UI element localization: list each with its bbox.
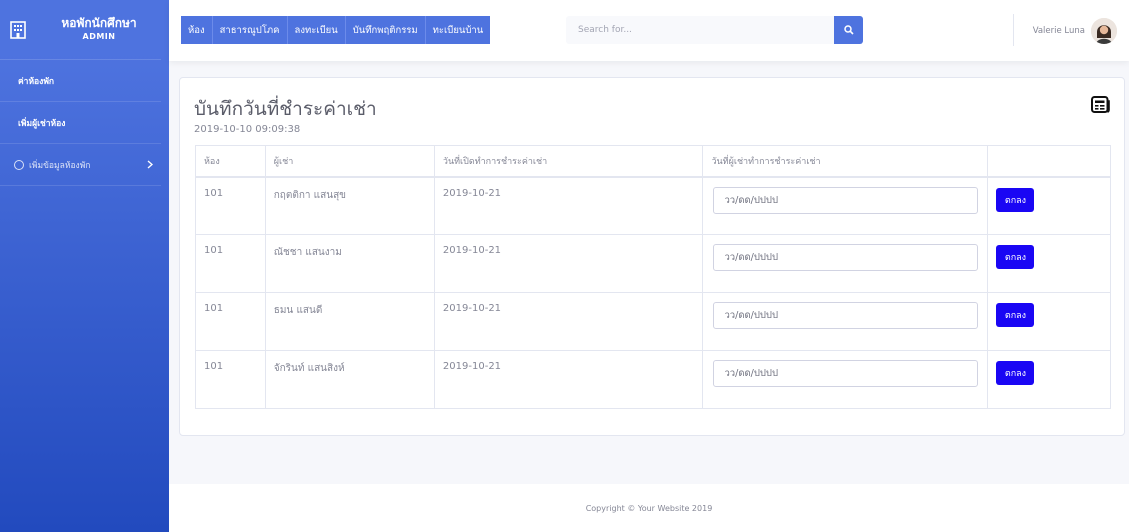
open-date-cell: 2019-10-21: [433, 350, 704, 409]
footer: Copyright © Your Website 2019: [169, 484, 1129, 532]
payment-date-input[interactable]: วว/ดด/ปปปป: [713, 244, 979, 271]
confirm-button[interactable]: ตกลง: [996, 187, 1035, 212]
tenant-cell: กฤตติกา แสนสุข: [264, 176, 435, 235]
avatar: [1091, 18, 1117, 44]
table-header-row: ห้อง ผู้เช่า วันที่เปิดทำการชำระค่าเช่า …: [195, 145, 1111, 178]
circle-icon: [14, 159, 24, 170]
open-date-cell: 2019-10-21: [433, 292, 704, 351]
sidebar-brand[interactable]: หอพักนักศึกษา ADMIN: [0, 0, 161, 60]
sidebar-item-label: เพิ่มข้อมูลห้องพัก: [29, 160, 91, 171]
timestamp: 2019-10-10 09:09:38: [194, 124, 301, 135]
newspaper-icon: [1091, 96, 1110, 113]
nav-utilities-button[interactable]: สาธารณูปโภค: [212, 16, 288, 44]
sidebar-item-room-fee[interactable]: ค่าห้องพัก: [0, 60, 161, 102]
nav-house-registry-button[interactable]: ทะเบียนบ้าน: [425, 16, 491, 44]
brand-subtitle: ADMIN: [82, 31, 116, 41]
sidebar-item-add-room[interactable]: เพิ่มข้อมูลห้องพัก: [0, 144, 161, 186]
search-icon: [843, 25, 854, 35]
top-nav: ห้อง สาธารณูปโภค ลงทะเบียน บันทึกพฤติกรร…: [181, 16, 491, 44]
building-icon: [10, 20, 26, 39]
search-button[interactable]: [834, 16, 863, 44]
topbar-divider: [1013, 14, 1014, 46]
copyright-text: Copyright © Your Website 2019: [585, 503, 713, 513]
header-room: ห้อง: [195, 145, 266, 178]
confirm-button[interactable]: ตกลง: [996, 245, 1035, 269]
room-cell: 101: [195, 176, 266, 235]
brand-title: หอพักนักศึกษา: [61, 15, 137, 30]
room-cell: 101: [195, 234, 266, 293]
table-row: 101 กฤตติกา แสนสุข 2019-10-21 วว/ดด/ปปปป…: [195, 176, 1111, 235]
table-row: 101 ธมน แสนดี 2019-10-21 วว/ดด/ปปปป ตกลง: [195, 292, 1111, 351]
room-cell: 101: [195, 292, 266, 351]
search-input[interactable]: [566, 16, 834, 44]
confirm-button[interactable]: ตกลง: [996, 303, 1035, 327]
page-title: บันทึกวันที่ชำระค่าเช่า: [194, 98, 377, 120]
tenant-cell: ณัชชา แสนงาม: [264, 234, 435, 293]
table-row: 101 จักรินท์ แสนสิงห์ 2019-10-21 วว/ดด/ป…: [195, 350, 1111, 409]
sidebar-item-label: เพิ่มผู้เช่าห้อง: [18, 118, 66, 129]
rent-payment-card: บันทึกวันที่ชำระค่าเช่า 2019-10-10 09:09…: [179, 77, 1125, 436]
sidebar-item-label: ค่าห้องพัก: [18, 76, 55, 87]
header-action: [987, 145, 1111, 178]
header-tenant: ผู้เช่า: [264, 145, 435, 178]
open-date-cell: 2019-10-21: [433, 234, 704, 293]
payment-date-input[interactable]: วว/ดด/ปปปป: [713, 186, 979, 214]
header-paid-date: วันที่ผู้เช่าทำการชำระค่าเช่า: [702, 145, 989, 178]
nav-room-button[interactable]: ห้อง: [181, 16, 213, 44]
chevron-right-icon: [147, 160, 153, 169]
payment-date-input[interactable]: วว/ดด/ปปปป: [713, 302, 979, 329]
header-open-date: วันที่เปิดทำการชำระค่าเช่า: [433, 145, 704, 178]
nav-register-button[interactable]: ลงทะเบียน: [287, 16, 346, 44]
payment-date-input[interactable]: วว/ดด/ปปปป: [713, 360, 979, 387]
table-row: 101 ณัชชา แสนงาม 2019-10-21 วว/ดด/ปปปป ต…: [195, 234, 1111, 293]
rent-table: ห้อง ผู้เช่า วันที่เปิดทำการชำระค่าเช่า …: [195, 145, 1111, 409]
tenant-cell: จักรินท์ แสนสิงห์: [264, 350, 435, 409]
sidebar: หอพักนักศึกษา ADMIN ค่าห้องพัก เพิ่มผู้เ…: [0, 0, 169, 532]
open-date-cell: 2019-10-21: [433, 176, 704, 235]
tenant-cell: ธมน แสนดี: [264, 292, 435, 351]
user-menu[interactable]: Valerie Luna: [1033, 18, 1117, 44]
sidebar-item-add-tenant[interactable]: เพิ่มผู้เช่าห้อง: [0, 102, 161, 144]
search-bar: [566, 16, 863, 44]
user-name: Valerie Luna: [1032, 26, 1085, 36]
room-cell: 101: [195, 350, 266, 409]
topbar: ห้อง สาธารณูปโภค ลงทะเบียน บันทึกพฤติกรร…: [169, 0, 1129, 61]
nav-behavior-button[interactable]: บันทึกพฤติกรรม: [345, 16, 426, 44]
confirm-button[interactable]: ตกลง: [996, 361, 1035, 385]
